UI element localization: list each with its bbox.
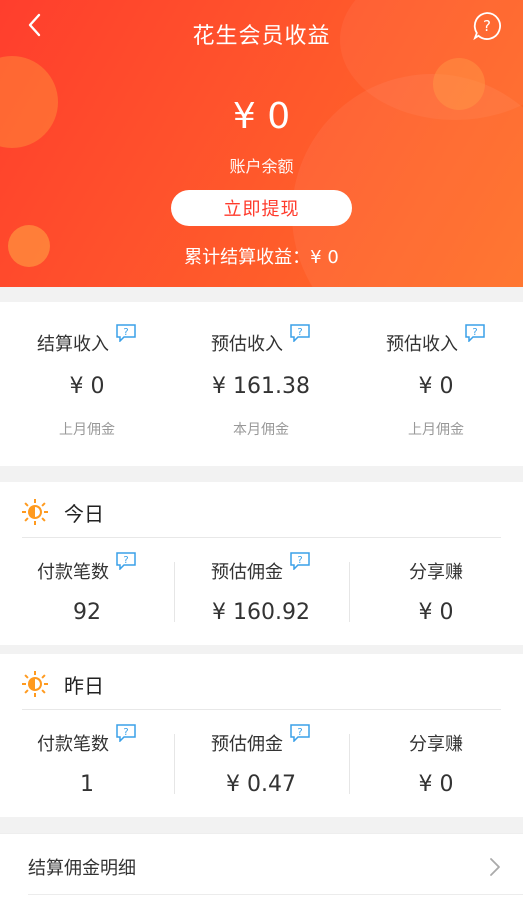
stat-label: 付款笔数: [37, 734, 109, 755]
withdraw-button[interactable]: 立即提现: [171, 190, 352, 226]
divider: [22, 709, 501, 710]
svg-text:?: ?: [297, 555, 302, 566]
summary-title: 预估收入: [211, 334, 283, 355]
summary-sub: 上月佣金: [59, 422, 115, 438]
info-icon[interactable]: ?: [115, 552, 137, 570]
summary-value: ¥ 161.38: [212, 374, 310, 399]
stat-label: 预估佣金: [211, 562, 283, 583]
page-title: 花生会员收益: [192, 24, 331, 49]
summary-value: ¥ 0: [418, 374, 454, 399]
income-summary-card: 结算收入? ¥ 0 上月佣金 预估收入? ¥ 161.38 本月佣金 预估收入?…: [0, 302, 523, 466]
divider: [22, 537, 501, 538]
yesterday-section: 昨日 付款笔数? 1 预估佣金? ¥ 0.47 分享赚 ¥ 0: [0, 654, 523, 817]
svg-text:?: ?: [483, 17, 491, 35]
section-title: 今日: [64, 501, 104, 526]
stat-value: ¥ 160.92: [212, 600, 310, 625]
stat-value: 92: [73, 600, 101, 625]
summary-title: 预估收入: [386, 334, 458, 355]
stat-value: ¥ 0: [418, 772, 454, 797]
help-icon[interactable]: ?: [472, 11, 502, 41]
info-icon[interactable]: ?: [289, 724, 311, 742]
info-icon[interactable]: ?: [289, 552, 311, 570]
stat-label: 预估佣金: [211, 734, 283, 755]
info-icon[interactable]: ?: [115, 324, 137, 342]
stat-label: 付款笔数: [37, 562, 109, 583]
divider: [28, 894, 523, 895]
svg-text:?: ?: [472, 327, 477, 338]
balance-amount: ¥ 0: [232, 96, 291, 137]
today-section: 今日 付款笔数? 92 预估佣金? ¥ 160.92 分享赚 ¥ 0: [0, 482, 523, 645]
summary-value: ¥ 0: [69, 374, 105, 399]
sun-icon: [22, 499, 48, 525]
summary-sub: 上月佣金: [408, 422, 464, 438]
svg-text:?: ?: [297, 327, 302, 338]
info-icon[interactable]: ?: [289, 324, 311, 342]
balance-label: 账户余额: [229, 157, 294, 176]
stat-label: 分享赚: [409, 734, 463, 755]
earnings-header: 花生会员收益 ? ¥ 0 账户余额 立即提现 累计结算收益：¥ 0: [0, 0, 523, 287]
summary-sub: 本月佣金: [233, 422, 289, 438]
settled-commission-detail-row[interactable]: 结算佣金明细: [0, 833, 523, 897]
sun-icon: [22, 671, 48, 697]
chevron-right-icon: [490, 858, 500, 876]
detail-label: 结算佣金明细: [28, 858, 136, 879]
svg-text:?: ?: [123, 555, 128, 566]
section-title: 昨日: [64, 673, 104, 698]
info-icon[interactable]: ?: [115, 724, 137, 742]
svg-text:?: ?: [123, 727, 128, 738]
stat-value: ¥ 0.47: [226, 772, 296, 797]
total-settled-earnings: 累计结算收益：¥ 0: [184, 247, 339, 268]
stat-label: 分享赚: [409, 562, 463, 583]
svg-text:?: ?: [297, 727, 302, 738]
stat-value: 1: [80, 772, 94, 797]
summary-title: 结算收入: [37, 334, 109, 355]
stat-value: ¥ 0: [418, 600, 454, 625]
info-icon[interactable]: ?: [464, 324, 486, 342]
svg-text:?: ?: [123, 327, 128, 338]
